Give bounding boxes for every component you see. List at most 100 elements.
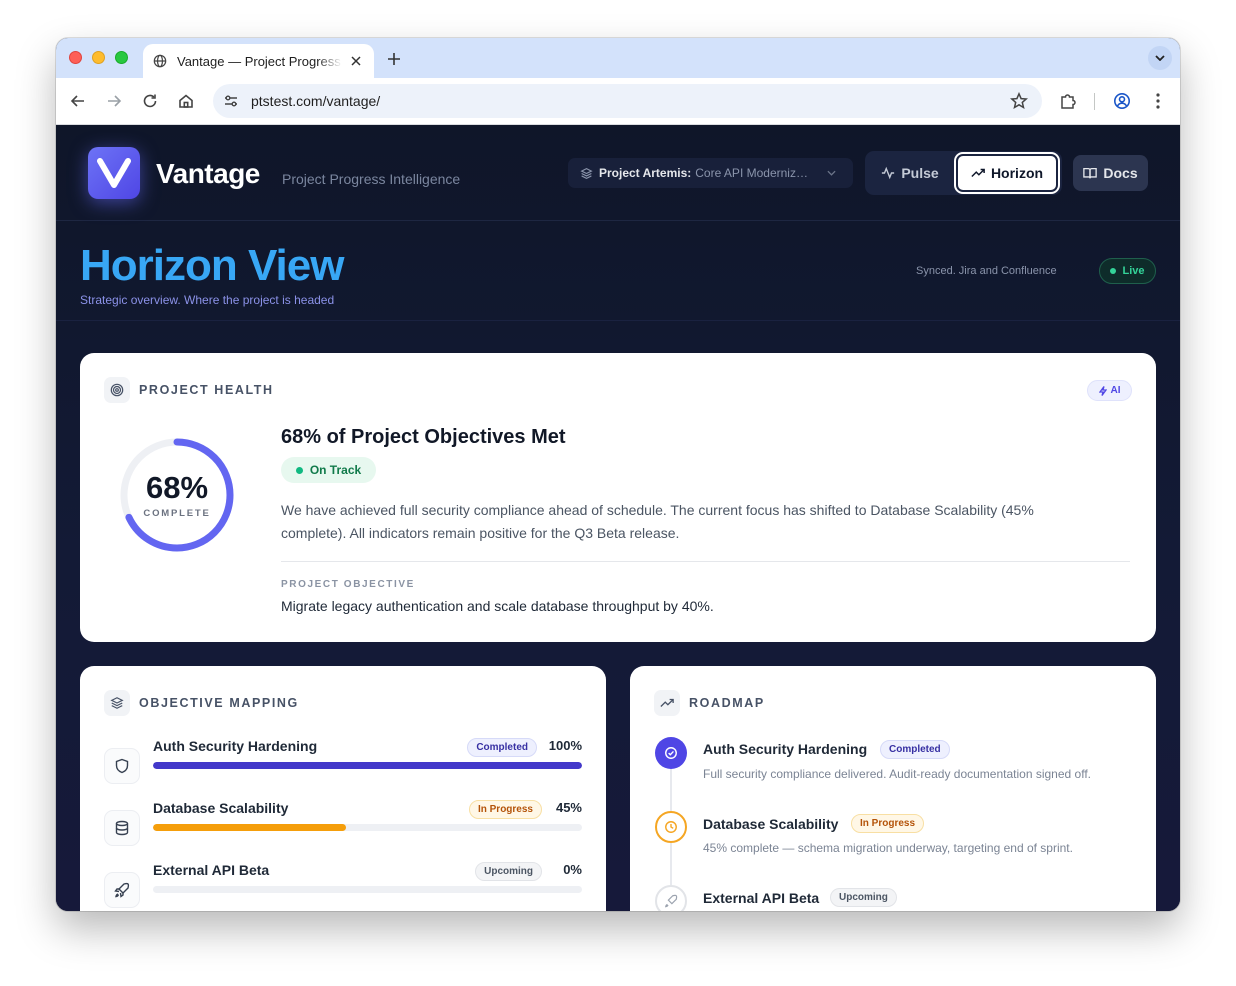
project-health-header: PROJECT HEALTH: [104, 377, 274, 403]
profile-avatar-icon[interactable]: [1111, 90, 1133, 112]
objective-progress-fill: [153, 762, 582, 769]
objective-row[interactable]: Auth Security Hardening Completed 100%: [104, 738, 582, 788]
roadmap-item-description: 45% complete — schema migration underway…: [703, 841, 1073, 855]
roadmap-status-badge: Completed: [880, 740, 950, 759]
objective-text: Migrate legacy authentication and scale …: [281, 598, 714, 614]
project-name: Project Artemis:: [599, 166, 692, 180]
back-arrow-icon[interactable]: [67, 90, 89, 112]
check-circle-icon: [655, 737, 687, 769]
tab-horizon-label: Horizon: [990, 165, 1044, 181]
minimize-window-button[interactable]: [92, 51, 105, 64]
page-title: Horizon View: [80, 241, 344, 290]
view-switcher: Pulse Horizon: [865, 151, 1062, 195]
browser-menu-icon[interactable]: [1147, 90, 1169, 112]
roadmap-card: ROADMAP Auth Security Hardening Complete…: [630, 666, 1156, 911]
tab-search-chevron-icon[interactable]: [1148, 46, 1172, 70]
activity-pulse-icon: [881, 166, 895, 180]
docs-button[interactable]: Docs: [1073, 155, 1148, 191]
health-summary: We have achieved full security complianc…: [281, 502, 1034, 541]
layers-icon: [104, 690, 130, 716]
close-window-button[interactable]: [69, 51, 82, 64]
objective-name: External API Beta: [153, 862, 270, 878]
brand-name: Vantage: [156, 158, 260, 189]
rocket-icon: [104, 872, 140, 908]
layers-icon: [580, 167, 593, 180]
home-icon[interactable]: [175, 90, 197, 112]
target-icon: [104, 377, 130, 403]
globe-icon: [153, 54, 167, 68]
forward-arrow-icon[interactable]: [103, 90, 125, 112]
progress-complete-label: COMPLETE: [143, 508, 211, 519]
tab-horizon[interactable]: Horizon: [956, 154, 1058, 192]
progress-percent: 68%: [145, 470, 209, 505]
objective-mapping-card: OBJECTIVE MAPPING Auth Security Hardenin…: [80, 666, 606, 911]
divider: [281, 561, 1130, 562]
roadmap-status-badge: In Progress: [851, 814, 925, 833]
objective-mapping-header: OBJECTIVE MAPPING: [104, 690, 299, 716]
project-selector[interactable]: Project Artemis: Core API Modernization: [568, 158, 853, 188]
roadmap-header: ROADMAP: [654, 690, 765, 716]
objective-progress-fill: [153, 824, 347, 831]
section-title: ROADMAP: [689, 696, 765, 710]
objective-name: Database Scalability: [153, 800, 289, 816]
maximize-window-button[interactable]: [115, 51, 128, 64]
objective-name: Auth Security Hardening: [153, 738, 318, 754]
timeline-connector: [670, 769, 672, 811]
rocket-icon: [655, 885, 687, 911]
chevron-down-icon: [827, 170, 836, 176]
tab-title: Vantage — Project Progress Intelligence: [177, 53, 342, 69]
roadmap-item-name[interactable]: Database Scalability: [703, 816, 838, 832]
shield-icon: [104, 748, 140, 784]
clock-icon: [655, 811, 687, 843]
objective-label: PROJECT OBJECTIVE: [281, 579, 415, 590]
tab-close-icon[interactable]: [348, 53, 364, 69]
objective-progress-track: [153, 886, 582, 893]
tab-strip: Vantage — Project Progress Intelligence: [56, 38, 1180, 78]
trending-up-icon: [654, 690, 680, 716]
objective-percent: 0%: [563, 862, 582, 877]
lightning-icon: [1098, 385, 1107, 396]
hero-section: Horizon View Strategic overview. Where t…: [56, 221, 1180, 321]
bookmark-star-icon[interactable]: [1010, 92, 1028, 110]
status-badge: On Track: [281, 457, 376, 483]
book-open-icon: [1083, 166, 1098, 180]
new-tab-icon[interactable]: [384, 49, 404, 69]
project-description: Core API Modernization: [695, 166, 814, 180]
roadmap-item-name[interactable]: Auth Security Hardening: [703, 741, 867, 757]
objective-status-badge: Completed: [467, 738, 537, 757]
objective-status-badge: Upcoming: [475, 862, 542, 881]
status-label: On Track: [309, 463, 362, 477]
docs-button-label: Docs: [1103, 165, 1138, 181]
section-title: OBJECTIVE MAPPING: [139, 696, 299, 710]
toolbar-divider: [1094, 93, 1095, 110]
ai-badge[interactable]: AI: [1087, 380, 1132, 401]
browser-toolbar: ptstest.com/vantage/: [56, 78, 1180, 125]
project-health-card: PROJECT HEALTH AI 68% COMPLETE 68% of Pr…: [80, 353, 1156, 642]
browser-window: Vantage — Project Progress Intelligence: [56, 38, 1180, 911]
app-header: Vantage Project Progress Intelligence Pr…: [56, 125, 1180, 221]
vantage-logo-icon[interactable]: [88, 147, 140, 199]
roadmap-status-badge: Upcoming: [830, 888, 897, 907]
tab-pulse-label: Pulse: [901, 165, 939, 181]
database-icon: [104, 810, 140, 846]
objective-percent: 100%: [548, 738, 582, 753]
url-text[interactable]: ptstest.com/vantage/: [251, 93, 1010, 109]
browser-tab[interactable]: Vantage — Project Progress Intelligence: [143, 44, 374, 78]
roadmap-item-name[interactable]: External API Beta: [703, 890, 819, 906]
tab-pulse[interactable]: Pulse: [868, 154, 952, 192]
objective-row[interactable]: External API Beta Upcoming 0%: [104, 862, 582, 911]
page-subtitle: Strategic overview. Where the project is…: [80, 293, 335, 307]
objective-row[interactable]: Database Scalability In Progress 45%: [104, 800, 582, 850]
objective-progress-track: [153, 824, 582, 831]
address-bar[interactable]: ptstest.com/vantage/: [213, 84, 1042, 118]
status-dot-icon: [295, 466, 303, 474]
extensions-puzzle-icon[interactable]: [1057, 90, 1079, 112]
reload-icon[interactable]: [139, 90, 161, 112]
brand-tagline: Project Progress Intelligence: [282, 171, 461, 187]
sync-status: Synced. Jira and Confluence: [916, 265, 1057, 277]
health-headline: 68% of Project Objectives Met: [281, 426, 566, 448]
live-dot-icon: [1110, 268, 1117, 274]
trending-up-icon: [971, 166, 985, 180]
site-settings-icon[interactable]: [223, 93, 239, 109]
live-label: Live: [1122, 265, 1145, 277]
